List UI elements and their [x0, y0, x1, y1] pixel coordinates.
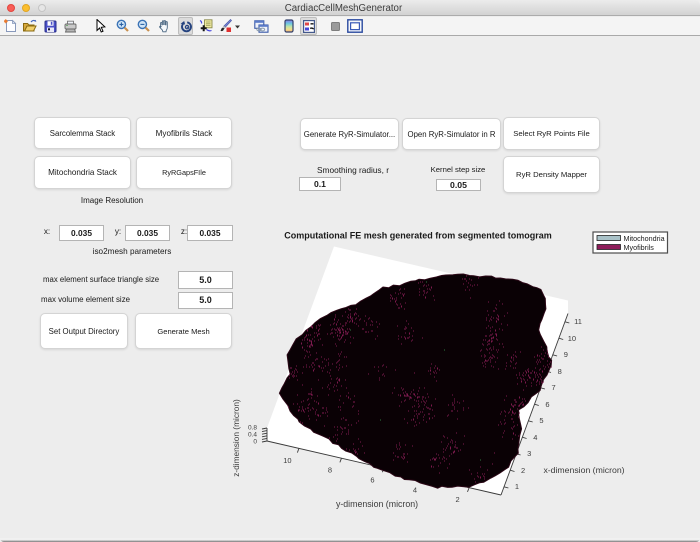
svg-text:6: 6 — [545, 400, 549, 409]
svg-text:10: 10 — [568, 334, 576, 343]
svg-text:1: 1 — [515, 482, 519, 491]
svg-text:0.8: 0.8 — [248, 425, 257, 432]
svg-text:8: 8 — [558, 367, 562, 376]
svg-text:5: 5 — [539, 416, 543, 425]
svg-text:0.4: 0.4 — [248, 432, 257, 439]
svg-text:0: 0 — [253, 439, 257, 446]
svg-text:2: 2 — [521, 466, 525, 475]
svg-text:10: 10 — [283, 456, 291, 465]
svg-text:6: 6 — [370, 476, 374, 485]
svg-text:4: 4 — [533, 433, 537, 442]
svg-text:9: 9 — [564, 350, 568, 359]
svg-text:11: 11 — [574, 317, 582, 326]
svg-text:y-dimension (micron): y-dimension (micron) — [336, 499, 418, 509]
svg-text:3: 3 — [527, 449, 531, 458]
svg-text:Myofibrils: Myofibrils — [624, 243, 655, 252]
svg-text:z-dimension (micron): z-dimension (micron) — [231, 399, 241, 477]
svg-text:4: 4 — [413, 485, 417, 494]
svg-text:Mitochondria: Mitochondria — [624, 234, 665, 243]
svg-text:x-dimension (micron): x-dimension (micron) — [543, 465, 624, 475]
svg-text:2: 2 — [456, 495, 460, 504]
svg-text:8: 8 — [328, 466, 332, 475]
svg-text:7: 7 — [552, 383, 556, 392]
svg-text:Computational FE mesh generate: Computational FE mesh generated from seg… — [284, 231, 552, 241]
